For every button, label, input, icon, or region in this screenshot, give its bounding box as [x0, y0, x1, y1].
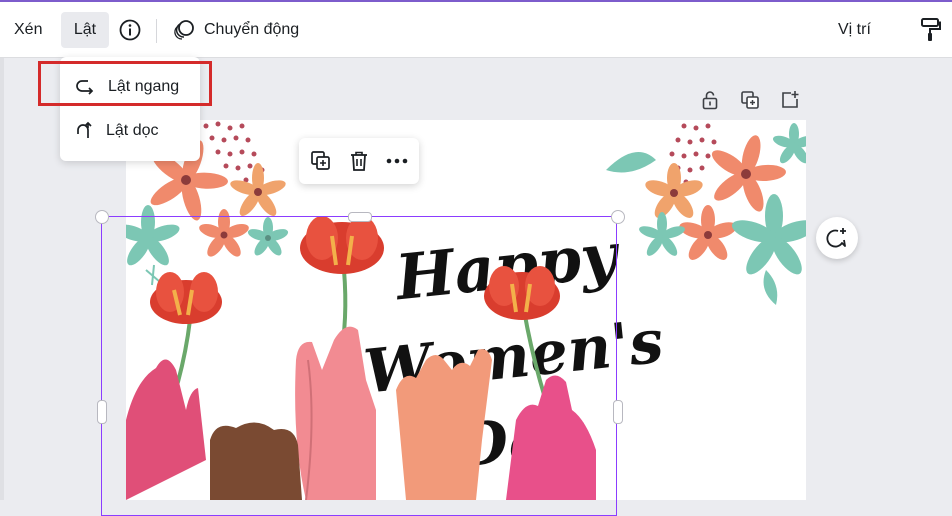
info-icon	[119, 19, 141, 41]
info-button[interactable]	[116, 12, 144, 48]
menu-item-label: Lật dọc	[106, 122, 159, 139]
crop-label: Xén	[14, 21, 43, 38]
more-icon	[386, 158, 408, 164]
left-panel-edge	[0, 58, 4, 500]
paint-roller-icon	[921, 18, 941, 41]
animate-button[interactable]: Chuyển động	[172, 12, 299, 48]
duplicate-page-icon	[741, 91, 759, 109]
flip-label: Lật	[73, 21, 97, 38]
lock-page-button[interactable]	[698, 88, 722, 112]
duplicate-icon	[311, 151, 330, 170]
flip-vertical-icon	[77, 121, 92, 138]
duplicate-element-button[interactable]	[309, 149, 333, 173]
add-page-icon	[782, 91, 799, 108]
position-label: Vị trí	[838, 21, 871, 38]
menu-item-flip-vertical[interactable]: Lật dọc	[74, 116, 158, 146]
crop-button[interactable]: Xén	[10, 12, 46, 48]
add-comment-button[interactable]	[816, 217, 858, 259]
toolbar-divider	[156, 19, 157, 43]
copy-style-button[interactable]	[916, 12, 944, 48]
position-button[interactable]: Vị trí	[838, 12, 871, 48]
add-page-button[interactable]	[778, 88, 802, 112]
resize-handle-top-right[interactable]	[611, 210, 625, 224]
delete-element-button[interactable]	[347, 149, 371, 173]
flip-button[interactable]: Lật	[61, 12, 109, 48]
resize-handle-top[interactable]	[348, 212, 372, 222]
animate-label: Chuyển động	[204, 21, 300, 38]
editor-toolbar: Xén Lật Chuyển động Vị trí	[0, 0, 952, 58]
add-comment-icon	[826, 228, 846, 248]
trash-icon	[351, 151, 367, 171]
animate-icon	[174, 20, 194, 40]
more-options-button[interactable]	[385, 149, 409, 173]
element-action-bar	[299, 138, 419, 184]
duplicate-page-button[interactable]	[738, 88, 762, 112]
resize-handle-left[interactable]	[97, 400, 107, 424]
highlight-annotation-box	[38, 61, 212, 106]
resize-handle-right[interactable]	[613, 400, 623, 424]
design-canvas[interactable]: Happy Women's Day	[126, 120, 806, 500]
lock-icon	[702, 91, 718, 110]
floral-decoration-top-right	[606, 123, 806, 305]
womens-day-artwork: Happy Women's Day	[126, 121, 806, 500]
resize-handle-top-left[interactable]	[95, 210, 109, 224]
